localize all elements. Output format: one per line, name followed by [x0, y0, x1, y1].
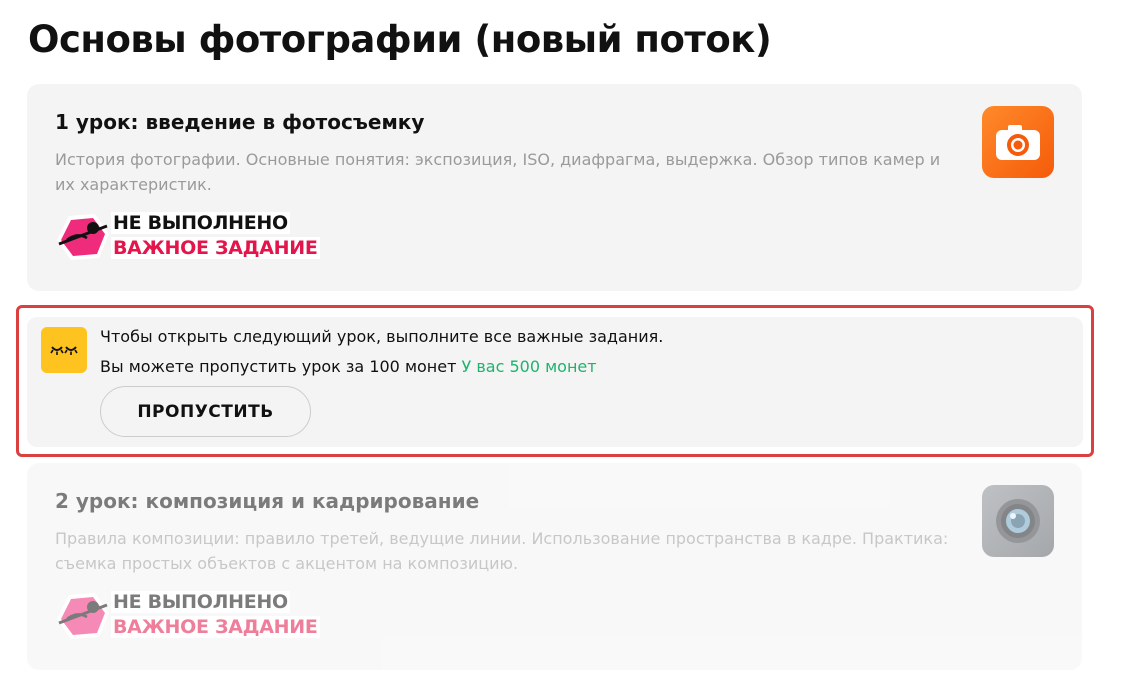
lesson-card-1[interactable]: 1 урок: введение в фотосъемку История фо…: [27, 84, 1082, 291]
closed-eyes-icon: [41, 327, 87, 373]
lock-notice: Чтобы открыть следующий урок, выполните …: [27, 317, 1083, 447]
skip-offer-text: Вы можете пропустить урок за 100 монет: [100, 357, 457, 376]
lesson-title: 2 урок: композиция и кадрирование: [55, 489, 480, 513]
status-important: ВАЖНОЕ ЗАДАНИЕ: [111, 616, 320, 638]
coin-balance: У вас 500 монет: [461, 357, 597, 376]
lesson-card-2: 2 урок: композиция и кадрирование Правил…: [27, 463, 1082, 670]
failed-badge-icon: [55, 591, 111, 645]
lesson-description: История фотографии. Основные понятия: эк…: [55, 150, 941, 194]
lock-message: Чтобы открыть следующий урок, выполните …: [100, 327, 664, 346]
lesson-title: 1 урок: введение в фотосъемку: [55, 110, 425, 134]
status-not-done: НЕ ВЫПОЛНЕНО: [111, 212, 290, 234]
skip-button[interactable]: ПРОПУСТИТЬ: [100, 386, 311, 437]
failed-badge-icon: [55, 212, 111, 266]
lesson-description: Правила композиции: правило третей, веду…: [55, 529, 949, 573]
lock-notice-highlight: Чтобы открыть следующий урок, выполните …: [16, 305, 1094, 457]
page-title: Основы фотографии (новый поток): [28, 18, 772, 61]
status-not-done: НЕ ВЫПОЛНЕНО: [111, 591, 290, 613]
skip-offer: Вы можете пропустить урок за 100 монет У…: [100, 357, 597, 376]
status-important: ВАЖНОЕ ЗАДАНИЕ: [111, 237, 320, 259]
page: Основы фотографии (новый поток) 1 урок: …: [0, 0, 1128, 686]
camera-icon: [982, 106, 1054, 178]
camera-lens-icon: [982, 485, 1054, 557]
